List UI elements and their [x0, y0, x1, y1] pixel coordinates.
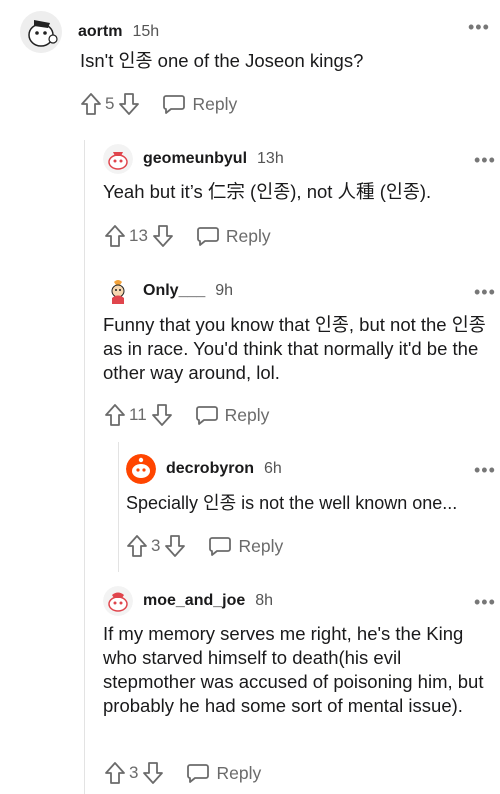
- comment-text: Isn't 인종 one of the Joseon kings?: [80, 50, 364, 71]
- comment-header: Only___ 9h: [103, 276, 233, 306]
- vote-count: 3: [151, 536, 161, 555]
- avatar[interactable]: [126, 454, 156, 484]
- reply-button[interactable]: Reply: [195, 404, 270, 426]
- arrow-down-icon[interactable]: [151, 403, 173, 427]
- more-dots-icon[interactable]: •••: [474, 151, 496, 169]
- arrow-up-icon[interactable]: [126, 534, 148, 558]
- speech-bubble-icon: [195, 404, 219, 426]
- username[interactable]: aortm: [78, 23, 122, 41]
- comment-header: geomeunbyul 13h: [103, 144, 284, 174]
- more-dots-icon[interactable]: •••: [474, 593, 496, 611]
- arrow-down-icon[interactable]: [142, 761, 164, 785]
- reply-label: Reply: [238, 535, 284, 556]
- reply-label: Reply: [225, 225, 271, 246]
- reply-button[interactable]: Reply: [196, 225, 271, 247]
- reply-label: Reply: [224, 404, 270, 425]
- arrow-up-icon[interactable]: [104, 403, 126, 427]
- avatar[interactable]: [103, 276, 133, 306]
- timestamp: 8h: [255, 592, 274, 609]
- speech-bubble-icon: [196, 225, 220, 247]
- more-dots-icon[interactable]: •••: [468, 18, 490, 36]
- vote-count: 3: [129, 763, 139, 782]
- comment-header: moe_and_joe 8h: [103, 586, 273, 616]
- username[interactable]: moe_and_joe: [143, 592, 245, 610]
- timestamp: 6h: [264, 460, 282, 477]
- speech-bubble-icon: [208, 535, 232, 557]
- arrow-up-icon[interactable]: [104, 224, 126, 248]
- arrow-down-icon[interactable]: [118, 92, 140, 116]
- vote-count: 11: [129, 405, 147, 424]
- comment-actions: 13 Reply: [104, 223, 271, 249]
- comment-text: If my memory serves me right, he's the K…: [103, 623, 484, 716]
- more-dots-icon[interactable]: •••: [474, 461, 496, 479]
- arrow-down-icon[interactable]: [152, 224, 174, 248]
- comment-actions: 11 Reply: [104, 402, 269, 428]
- avatar[interactable]: [103, 144, 133, 174]
- reply-label: Reply: [192, 93, 238, 114]
- timestamp: 9h: [215, 282, 234, 299]
- comment-actions: 3 Reply: [104, 760, 261, 786]
- comment-text: Specially 인종 is not the well known one..…: [126, 493, 458, 513]
- reply-label: Reply: [216, 762, 262, 783]
- avatar[interactable]: [20, 11, 62, 53]
- vote-count: 5: [105, 94, 115, 113]
- arrow-up-icon[interactable]: [104, 761, 126, 785]
- avatar[interactable]: [103, 586, 133, 616]
- comment-actions: 3 Reply: [126, 533, 283, 559]
- more-dots-icon[interactable]: •••: [474, 283, 496, 301]
- speech-bubble-icon: [162, 93, 186, 115]
- comment-text: Yeah but it’s 仁宗 (인종), not 人種 (인종).: [103, 181, 432, 202]
- reply-button[interactable]: Reply: [186, 762, 261, 784]
- comment-text: Funny that you know that 인종, but not the…: [103, 314, 486, 383]
- username[interactable]: Only___: [143, 282, 205, 300]
- comment-header: aortm 15h: [20, 11, 160, 53]
- username[interactable]: geomeunbyul: [143, 150, 247, 168]
- reply-button[interactable]: Reply: [162, 93, 237, 115]
- reply-button[interactable]: Reply: [208, 535, 283, 557]
- thread-line: [84, 140, 85, 794]
- timestamp: 15h: [132, 23, 160, 40]
- username[interactable]: decrobyron: [166, 460, 254, 478]
- comment-actions: 5 Reply: [80, 91, 237, 117]
- arrow-down-icon[interactable]: [164, 534, 186, 558]
- comment-header: decrobyron 6h: [126, 454, 282, 484]
- vote-count: 13: [129, 226, 148, 245]
- speech-bubble-icon: [186, 762, 210, 784]
- thread-line: [118, 442, 119, 572]
- arrow-up-icon[interactable]: [80, 92, 102, 116]
- timestamp: 13h: [257, 150, 284, 167]
